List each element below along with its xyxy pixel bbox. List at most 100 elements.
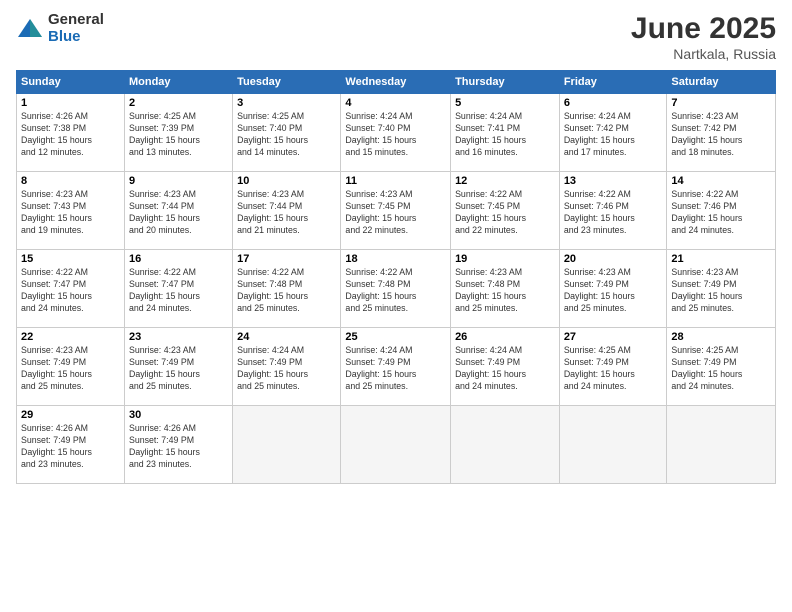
calendar-day-9: 9 Sunrise: 4:23 AM Sunset: 7:44 PM Daylig… xyxy=(124,172,232,250)
calendar-day-13: 13 Sunrise: 4:22 AM Sunset: 7:46 PM Dayli… xyxy=(559,172,667,250)
day-info: Sunrise: 4:23 AM Sunset: 7:49 PM Dayligh… xyxy=(129,345,228,393)
day-info: Sunrise: 4:23 AM Sunset: 7:49 PM Dayligh… xyxy=(21,345,120,393)
calendar-day-11: 11Sunrise: 4:23 AM Sunset: 7:45 PM Dayli… xyxy=(341,172,451,250)
day-info: Sunrise: 4:23 AM Sunset: 7:45 PM Dayligh… xyxy=(345,189,446,237)
day-number: 18 xyxy=(345,253,446,265)
day-info: Sunrise: 4:23 AM Sunset: 7:49 PM Dayligh… xyxy=(564,267,663,315)
week-row: 8 Sunrise: 4:23 AM Sunset: 7:43 PM Daylig… xyxy=(17,172,776,250)
day-info: Sunrise: 4:23 AM Sunset: 7:44 PM Dayligh… xyxy=(129,189,228,237)
day-info: Sunrise: 4:22 AM Sunset: 7:47 PM Dayligh… xyxy=(129,267,228,315)
day-number: 23 xyxy=(129,331,228,343)
col-header-sunday: Sunday xyxy=(17,71,125,94)
calendar-day-2: 2Sunrise: 4:25 AM Sunset: 7:39 PM Daylig… xyxy=(124,94,232,172)
calendar: SundayMondayTuesdayWednesdayThursdayFrid… xyxy=(16,70,776,484)
calendar-day-15: 15 Sunrise: 4:22 AM Sunset: 7:47 PM Dayli… xyxy=(17,250,125,328)
col-header-monday: Monday xyxy=(124,71,232,94)
day-info: Sunrise: 4:25 AM Sunset: 7:49 PM Dayligh… xyxy=(564,345,663,393)
calendar-day-3: 3 Sunrise: 4:25 AM Sunset: 7:40 PM Daylig… xyxy=(233,94,341,172)
logo-text: General Blue xyxy=(48,12,104,45)
day-info: Sunrise: 4:26 AM Sunset: 7:38 PM Dayligh… xyxy=(21,111,120,159)
day-number: 4 xyxy=(345,97,446,109)
calendar-day-18: 18 Sunrise: 4:22 AM Sunset: 7:48 PM Dayli… xyxy=(341,250,451,328)
logo-general: General xyxy=(48,12,104,29)
day-number: 17 xyxy=(237,253,336,265)
day-info: Sunrise: 4:24 AM Sunset: 7:42 PM Dayligh… xyxy=(564,111,663,159)
week-row: 29 Sunrise: 4:26 AM Sunset: 7:49 PM Dayli… xyxy=(17,406,776,484)
day-number: 6 xyxy=(564,97,663,109)
calendar-day-8: 8 Sunrise: 4:23 AM Sunset: 7:43 PM Daylig… xyxy=(17,172,125,250)
title-block: June 2025 Nartkala, Russia xyxy=(631,12,776,62)
calendar-day-29: 29 Sunrise: 4:26 AM Sunset: 7:49 PM Dayli… xyxy=(17,406,125,484)
week-row: 1Sunrise: 4:26 AM Sunset: 7:38 PM Daylig… xyxy=(17,94,776,172)
day-number: 22 xyxy=(21,331,120,343)
day-info: Sunrise: 4:25 AM Sunset: 7:40 PM Dayligh… xyxy=(237,111,336,159)
calendar-day-14: 14Sunrise: 4:22 AM Sunset: 7:46 PM Dayli… xyxy=(667,172,776,250)
day-info: Sunrise: 4:22 AM Sunset: 7:48 PM Dayligh… xyxy=(345,267,446,315)
day-info: Sunrise: 4:24 AM Sunset: 7:41 PM Dayligh… xyxy=(455,111,555,159)
day-info: Sunrise: 4:23 AM Sunset: 7:42 PM Dayligh… xyxy=(671,111,771,159)
calendar-day-23: 23 Sunrise: 4:23 AM Sunset: 7:49 PM Dayli… xyxy=(124,328,232,406)
calendar-day-30: 30 Sunrise: 4:26 AM Sunset: 7:49 PM Dayli… xyxy=(124,406,232,484)
logo-blue: Blue xyxy=(48,29,104,46)
day-info: Sunrise: 4:25 AM Sunset: 7:39 PM Dayligh… xyxy=(129,111,228,159)
logo: General Blue xyxy=(16,12,104,45)
empty-day xyxy=(341,406,451,484)
calendar-day-26: 26 Sunrise: 4:24 AM Sunset: 7:49 PM Dayli… xyxy=(451,328,560,406)
day-number: 21 xyxy=(671,253,771,265)
month-title: June 2025 xyxy=(631,12,776,46)
day-number: 8 xyxy=(21,175,120,187)
week-row: 15 Sunrise: 4:22 AM Sunset: 7:47 PM Dayli… xyxy=(17,250,776,328)
day-number: 19 xyxy=(455,253,555,265)
day-number: 16 xyxy=(129,253,228,265)
calendar-day-1: 1Sunrise: 4:26 AM Sunset: 7:38 PM Daylig… xyxy=(17,94,125,172)
empty-day xyxy=(233,406,341,484)
day-number: 20 xyxy=(564,253,663,265)
day-info: Sunrise: 4:23 AM Sunset: 7:44 PM Dayligh… xyxy=(237,189,336,237)
day-info: Sunrise: 4:22 AM Sunset: 7:46 PM Dayligh… xyxy=(671,189,771,237)
day-info: Sunrise: 4:24 AM Sunset: 7:49 PM Dayligh… xyxy=(237,345,336,393)
location: Nartkala, Russia xyxy=(631,46,776,62)
day-number: 26 xyxy=(455,331,555,343)
day-number: 27 xyxy=(564,331,663,343)
empty-day xyxy=(667,406,776,484)
day-number: 15 xyxy=(21,253,120,265)
logo-icon xyxy=(16,15,44,43)
day-info: Sunrise: 4:23 AM Sunset: 7:43 PM Dayligh… xyxy=(21,189,120,237)
day-info: Sunrise: 4:22 AM Sunset: 7:47 PM Dayligh… xyxy=(21,267,120,315)
day-info: Sunrise: 4:25 AM Sunset: 7:49 PM Dayligh… xyxy=(671,345,771,393)
day-number: 30 xyxy=(129,409,228,421)
calendar-day-21: 21Sunrise: 4:23 AM Sunset: 7:49 PM Dayli… xyxy=(667,250,776,328)
day-number: 29 xyxy=(21,409,120,421)
day-number: 13 xyxy=(564,175,663,187)
day-info: Sunrise: 4:22 AM Sunset: 7:46 PM Dayligh… xyxy=(564,189,663,237)
calendar-day-25: 25Sunrise: 4:24 AM Sunset: 7:49 PM Dayli… xyxy=(341,328,451,406)
calendar-day-7: 7 Sunrise: 4:23 AM Sunset: 7:42 PM Daylig… xyxy=(667,94,776,172)
day-info: Sunrise: 4:26 AM Sunset: 7:49 PM Dayligh… xyxy=(21,423,120,471)
day-number: 10 xyxy=(237,175,336,187)
day-info: Sunrise: 4:22 AM Sunset: 7:45 PM Dayligh… xyxy=(455,189,555,237)
day-number: 12 xyxy=(455,175,555,187)
calendar-day-27: 27 Sunrise: 4:25 AM Sunset: 7:49 PM Dayli… xyxy=(559,328,667,406)
day-info: Sunrise: 4:24 AM Sunset: 7:49 PM Dayligh… xyxy=(345,345,446,393)
day-info: Sunrise: 4:22 AM Sunset: 7:48 PM Dayligh… xyxy=(237,267,336,315)
calendar-day-6: 6 Sunrise: 4:24 AM Sunset: 7:42 PM Daylig… xyxy=(559,94,667,172)
col-header-thursday: Thursday xyxy=(451,71,560,94)
calendar-day-24: 24Sunrise: 4:24 AM Sunset: 7:49 PM Dayli… xyxy=(233,328,341,406)
calendar-day-10: 10 Sunrise: 4:23 AM Sunset: 7:44 PM Dayli… xyxy=(233,172,341,250)
day-info: Sunrise: 4:26 AM Sunset: 7:49 PM Dayligh… xyxy=(129,423,228,471)
day-info: Sunrise: 4:24 AM Sunset: 7:49 PM Dayligh… xyxy=(455,345,555,393)
day-number: 9 xyxy=(129,175,228,187)
calendar-day-16: 16 Sunrise: 4:22 AM Sunset: 7:47 PM Dayli… xyxy=(124,250,232,328)
calendar-day-20: 20 Sunrise: 4:23 AM Sunset: 7:49 PM Dayli… xyxy=(559,250,667,328)
col-header-tuesday: Tuesday xyxy=(233,71,341,94)
day-number: 7 xyxy=(671,97,771,109)
col-header-wednesday: Wednesday xyxy=(341,71,451,94)
calendar-header-row: SundayMondayTuesdayWednesdayThursdayFrid… xyxy=(17,71,776,94)
day-info: Sunrise: 4:24 AM Sunset: 7:40 PM Dayligh… xyxy=(345,111,446,159)
calendar-day-19: 19Sunrise: 4:23 AM Sunset: 7:48 PM Dayli… xyxy=(451,250,560,328)
empty-day xyxy=(559,406,667,484)
calendar-day-5: 5Sunrise: 4:24 AM Sunset: 7:41 PM Daylig… xyxy=(451,94,560,172)
empty-day xyxy=(451,406,560,484)
day-number: 3 xyxy=(237,97,336,109)
calendar-day-22: 22 Sunrise: 4:23 AM Sunset: 7:49 PM Dayli… xyxy=(17,328,125,406)
